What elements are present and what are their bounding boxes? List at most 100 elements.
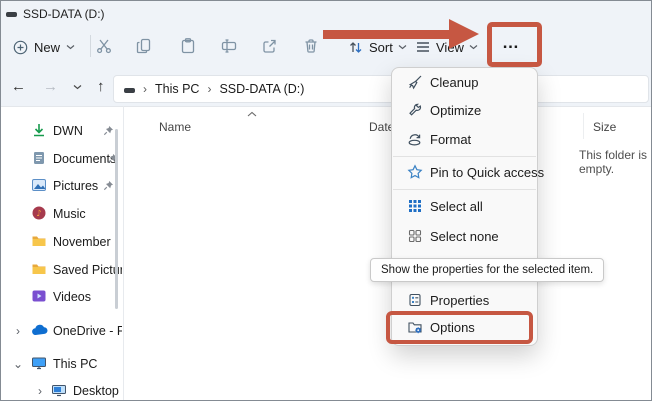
window-title: SSD-DATA (D:) [23, 7, 105, 21]
music-icon: ♪ [31, 205, 47, 221]
rename-icon [220, 37, 238, 55]
format-drive-icon [407, 131, 423, 147]
sidebar-item-saved-pictures[interactable]: Saved Pictures [1, 256, 122, 283]
menu-item-pin-to-quick-access[interactable]: Pin to Quick access [392, 159, 537, 185]
menu-item-label: Properties [430, 293, 489, 308]
menu-separator [393, 189, 536, 190]
breadcrumb-this-pc[interactable]: This PC [155, 82, 199, 96]
onedrive-icon [31, 323, 48, 336]
sidebar-item-november[interactable]: November [1, 228, 122, 255]
sidebar-item-label: Videos [53, 290, 91, 304]
sidebar-item-videos[interactable]: Videos [1, 283, 122, 310]
this-pc-icon [31, 355, 47, 371]
plus-circle-icon [13, 40, 28, 55]
pin-icon [103, 180, 114, 191]
menu-item-select-all[interactable]: Select all [392, 193, 537, 219]
downloads-icon [31, 122, 47, 138]
sidebar-item-desktop[interactable]: › Desktop [1, 377, 122, 401]
pin-icon [103, 125, 114, 136]
pane-divider [123, 106, 124, 401]
drive-icon [124, 82, 135, 96]
sidebar-item-onedrive[interactable]: › OneDrive - Perso [1, 317, 122, 344]
rename-button[interactable] [220, 37, 238, 55]
menu-item-label: Optimize [430, 103, 481, 118]
broom-icon [407, 74, 423, 90]
file-explorer-window: SSD-DATA (D:) New Sort View … ← [0, 0, 652, 401]
sidebar-item-label: DWN [53, 124, 83, 138]
document-icon [31, 150, 47, 166]
trash-icon [302, 37, 320, 55]
menu-item-label: Select none [430, 229, 499, 244]
breadcrumb-drive[interactable]: SSD-DATA (D:) [219, 82, 304, 96]
up-button[interactable]: ↑ [97, 78, 105, 95]
sidebar-item-label: This PC [53, 357, 97, 371]
folder-icon [31, 261, 47, 277]
sort-arrows-icon [347, 39, 364, 56]
address-bar[interactable]: › This PC › SSD-DATA (D:) [113, 75, 649, 103]
properties-icon [407, 292, 423, 308]
menu-item-label: Cleanup [430, 75, 478, 90]
pictures-icon [31, 177, 47, 193]
drive-icon [6, 12, 17, 17]
see-more-menu: Cleanup Optimize Format Pin to Quick acc… [391, 67, 538, 346]
menu-separator [393, 156, 536, 157]
breadcrumb-separator: › [207, 82, 211, 96]
sidebar-scrollbar[interactable] [115, 129, 118, 309]
sidebar-item-music[interactable]: ♪ Music [1, 200, 122, 227]
chevron-right-icon[interactable]: › [13, 324, 23, 338]
folder-icon [31, 233, 47, 249]
annotation-box-see-more [487, 22, 542, 67]
sidebar-item-label: OneDrive - Perso [53, 324, 122, 338]
sidebar-item-dwn[interactable]: DWN [1, 117, 122, 144]
column-header-size[interactable]: Size [593, 120, 616, 134]
share-button[interactable] [261, 37, 279, 55]
tooltip: Show the properties for the selected ite… [370, 258, 604, 282]
delete-button[interactable] [302, 37, 320, 55]
copy-icon [135, 37, 153, 55]
chevron-down-icon[interactable]: ⌄ [13, 357, 23, 371]
clipboard-icon [179, 37, 197, 55]
chevron-down-icon [66, 44, 75, 50]
menu-item-label: Pin to Quick access [430, 165, 544, 180]
new-button[interactable]: New [13, 34, 75, 60]
menu-item-format[interactable]: Format [392, 126, 537, 152]
wrench-icon [407, 102, 423, 118]
sidebar-item-label: Desktop [73, 384, 119, 398]
sidebar-item-documents[interactable]: Documents [1, 145, 122, 172]
breadcrumb-separator: › [143, 82, 147, 96]
chevron-down-icon [398, 44, 407, 50]
share-icon [261, 37, 279, 55]
svg-text:♪: ♪ [36, 209, 41, 219]
sidebar-item-label: Music [53, 207, 86, 221]
back-button[interactable]: ← [11, 78, 26, 95]
forward-button[interactable]: → [43, 78, 58, 95]
annotation-arrow-head [449, 19, 479, 49]
toolbar-separator [90, 35, 91, 57]
chevron-right-icon[interactable]: › [35, 384, 45, 398]
recent-locations-button[interactable] [73, 84, 82, 90]
sidebar-item-this-pc[interactable]: ⌄ This PC [1, 350, 122, 377]
empty-folder-message: This folder is empty. [579, 148, 651, 176]
pin-star-icon [407, 164, 423, 180]
desktop-icon [51, 382, 67, 398]
select-none-icon [407, 228, 423, 244]
sidebar-item-pictures[interactable]: Pictures [1, 172, 122, 199]
sort-ascending-icon [247, 111, 257, 117]
videos-icon [31, 288, 47, 304]
sidebar-item-label: Pictures [53, 179, 98, 193]
column-header-name[interactable]: Name [159, 120, 191, 134]
menu-item-optimize[interactable]: Optimize [392, 97, 537, 123]
annotation-arrow-shaft [323, 30, 449, 39]
menu-item-select-none[interactable]: Select none [392, 223, 537, 249]
menu-item-properties[interactable]: Properties [392, 287, 537, 313]
copy-button[interactable] [135, 37, 153, 55]
column-separator [583, 113, 584, 139]
cut-button[interactable] [95, 37, 113, 55]
scissors-icon [95, 37, 113, 55]
paste-button[interactable] [179, 37, 197, 55]
sort-button-label: Sort [369, 40, 393, 55]
select-all-icon [407, 198, 423, 214]
view-list-icon [415, 39, 431, 55]
new-button-label: New [34, 40, 60, 55]
menu-item-cleanup[interactable]: Cleanup [392, 69, 537, 95]
